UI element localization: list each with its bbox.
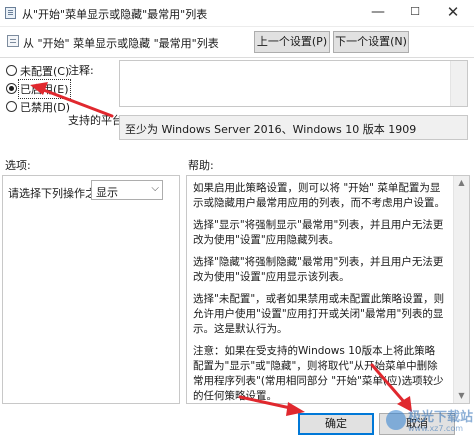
chevron-down-icon[interactable]: ⌵ <box>151 183 159 194</box>
help-section-label: 帮助: <box>188 159 214 172</box>
help-paragraph: 选择"隐藏"将强制隐藏"最常用"列表，并且用户无法更改为使用"设置"应用显示该列… <box>193 256 444 283</box>
comment-label: 注释: <box>68 64 94 77</box>
scroll-up-icon[interactable]: ▲ <box>454 178 469 187</box>
watermark-url: www.xz7.com <box>408 424 464 433</box>
close-button[interactable]: ✕ <box>436 0 470 26</box>
watermark-logo-icon <box>386 410 406 430</box>
previous-setting-button[interactable]: 上一个设置(P) <box>254 31 330 53</box>
scroll-down-icon[interactable]: ▼ <box>454 391 469 400</box>
watermark-text: 极光下载站 <box>408 410 474 425</box>
maximize-button[interactable]: ☐ <box>398 0 432 26</box>
help-paragraph: 选择"显示"将强制显示"最常用"列表，并且用户无法更改为使用"设置"应用隐藏列表… <box>193 219 444 246</box>
radio-enabled-label[interactable]: 已启用(E) <box>18 79 71 99</box>
comment-scrollbar[interactable] <box>450 61 467 106</box>
help-paragraph: 如果启用此策略设置，则可以将 "开始" 菜单配置为显示或隐藏用户最常用应用的列表… <box>193 182 445 209</box>
next-setting-button[interactable]: 下一个设置(N) <box>333 31 409 53</box>
supported-on-label: 支持的平台: <box>68 114 127 127</box>
options-pane: 请选择下列操作之一 显示 ⌵ <box>2 175 180 404</box>
display-option-select[interactable]: 显示 ⌵ <box>91 180 163 200</box>
comment-textarea[interactable] <box>119 60 468 107</box>
radio-disabled-label[interactable]: 已禁用(D) <box>20 99 70 115</box>
radio-enabled[interactable] <box>6 83 17 94</box>
radio-not-configured[interactable] <box>6 65 17 76</box>
display-option-value: 显示 <box>96 186 118 199</box>
options-section-label: 选项: <box>5 159 31 172</box>
window-title: 从"开始"菜单显示或隐藏"最常用"列表 <box>22 8 208 21</box>
title-bar: 从"开始"菜单显示或隐藏"最常用"列表 — ☐ ✕ <box>0 0 474 27</box>
help-paragraph: 选择"未配置"，或者如果禁用或未配置此策略设置，则允许用户使用"设置"应用打开或… <box>193 293 445 335</box>
help-scrollbar[interactable]: ▲ ▼ <box>453 176 469 403</box>
help-text: 如果启用此策略设置，则可以将 "开始" 菜单配置为显示或隐藏用户最常用应用的列表… <box>193 181 445 411</box>
help-paragraph: 注意：如果在受支持的Windows 10版本上将此策略配置为"显示"或"隐藏"，… <box>193 345 444 402</box>
minimize-button[interactable]: — <box>361 0 395 26</box>
setting-icon <box>7 35 19 47</box>
supported-on-field: 至少为 Windows Server 2016、Windows 10 版本 19… <box>119 115 468 140</box>
radio-not-configured-label[interactable]: 未配置(C) <box>20 63 69 79</box>
header-divider <box>0 57 474 58</box>
supported-on-value: 至少为 Windows Server 2016、Windows 10 版本 19… <box>125 123 417 136</box>
policy-app-icon <box>5 7 16 19</box>
ok-button[interactable]: 确定 <box>298 413 374 435</box>
help-pane: 如果启用此策略设置，则可以将 "开始" 菜单配置为显示或隐藏用户最常用应用的列表… <box>186 175 470 404</box>
radio-disabled[interactable] <box>6 101 17 112</box>
setting-name: 从 "开始" 菜单显示或隐藏 "最常用"列表 <box>23 37 219 50</box>
